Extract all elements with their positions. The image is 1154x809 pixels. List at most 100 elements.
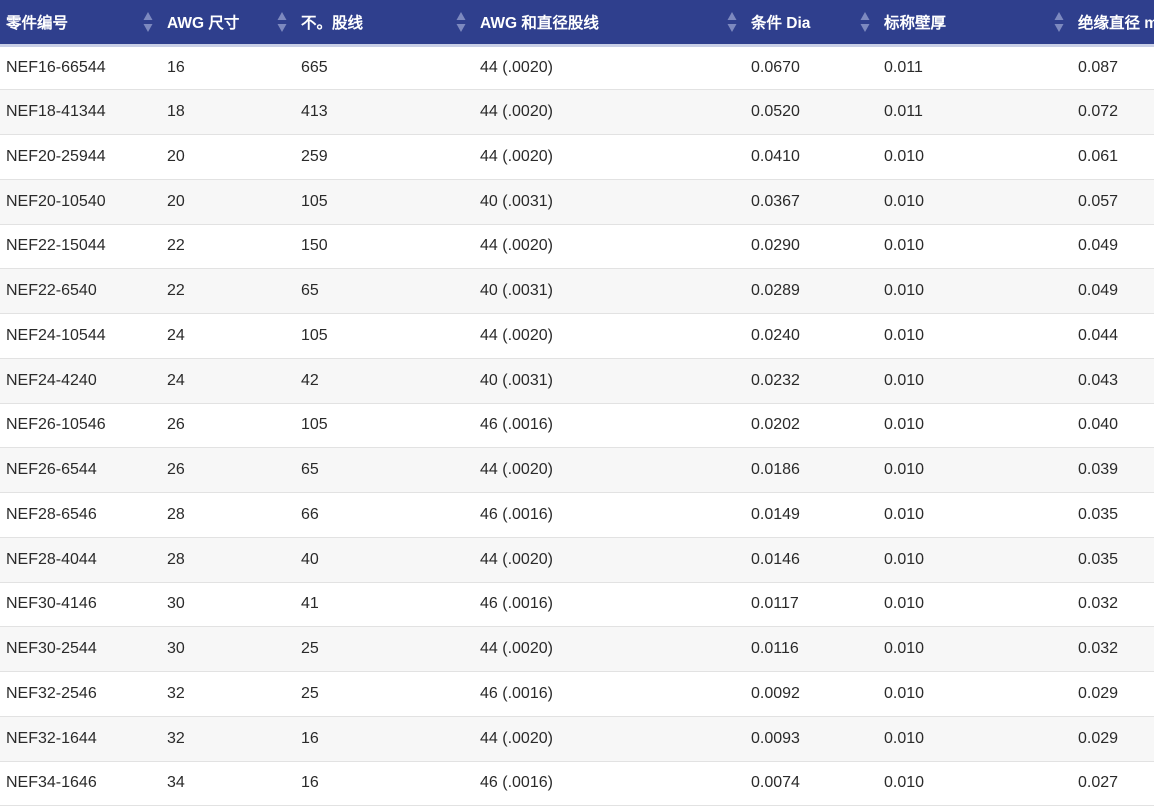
wall-thickness-cell: 0.010 — [884, 192, 925, 210]
sort-updown-icon[interactable] — [143, 9, 153, 35]
part-number-cell: NEF32-2546 — [6, 684, 97, 702]
awg-strand-diameter-cell: 46 (.0016) — [480, 416, 553, 434]
wall-thickness-cell: 0.010 — [884, 282, 925, 300]
strand-count-cell: 25 — [301, 684, 319, 702]
strand-count-cell: 16 — [301, 774, 319, 792]
awg-strand-diameter-cell: 44 (.0020) — [480, 147, 553, 165]
insulation-diameter-cell: 0.035 — [1078, 505, 1119, 523]
strand-count-cell: 150 — [301, 237, 328, 255]
insulation-diameter-cell: 0.061 — [1078, 147, 1119, 165]
part-number-cell: NEF16-66544 — [6, 58, 106, 76]
column-header-awg-strand-diameter[interactable]: AWG 和直径股线 — [474, 0, 745, 47]
table-row: NEF22-15044 22 150 44 (.0020) 0.0290 0.010 0.0… — [0, 224, 1154, 269]
awg-size-cell: 20 — [167, 192, 185, 210]
awg-strand-diameter-cell: 46 (.0016) — [480, 774, 553, 792]
sort-updown-icon[interactable] — [1054, 9, 1064, 35]
wall-thickness-cell: 0.010 — [884, 461, 925, 479]
wall-thickness-cell: 0.010 — [884, 595, 925, 613]
insulation-diameter-cell: 0.040 — [1078, 416, 1119, 434]
sort-updown-icon[interactable] — [727, 9, 737, 35]
column-header-label: 绝缘直径 m — [1078, 14, 1154, 32]
table-row: NEF32-1644 32 16 44 (.0020) 0.0093 0.010 0.029 — [0, 716, 1154, 761]
wall-thickness-cell: 0.010 — [884, 147, 925, 165]
strand-count-cell: 25 — [301, 640, 319, 658]
column-header-part-number[interactable]: 零件编号 — [0, 0, 161, 47]
awg-size-cell: 34 — [167, 774, 185, 792]
conductor-diameter-cell: 0.0290 — [751, 237, 800, 255]
column-header-awg-size[interactable]: AWG 尺寸 — [161, 0, 295, 47]
awg-strand-diameter-cell: 44 (.0020) — [480, 461, 553, 479]
wall-thickness-cell: 0.010 — [884, 729, 925, 747]
table-row: NEF16-66544 16 665 44 (.0020) 0.0670 0.011 0.0… — [0, 45, 1154, 90]
awg-strand-diameter-cell: 44 (.0020) — [480, 550, 553, 568]
table-row: NEF26-6544 26 65 44 (.0020) 0.0186 0.010 0.039 — [0, 447, 1154, 493]
awg-strand-diameter-cell: 46 (.0016) — [480, 684, 553, 702]
table-row: NEF24-4240 24 42 40 (.0031) 0.0232 0.010 0.043 — [0, 358, 1154, 403]
conductor-diameter-cell: 0.0146 — [751, 550, 800, 568]
column-header-wall-thickness[interactable]: 标称壁厚 — [878, 0, 1072, 47]
awg-size-cell: 24 — [167, 371, 185, 389]
awg-size-cell: 30 — [167, 595, 185, 613]
awg-strand-diameter-cell: 46 (.0016) — [480, 505, 553, 523]
table-header: 零件编号 AWG 尺寸 不。股线 AWG 和直径股线 条件 Dia 标称壁厚 绝缘直径 m — [0, 0, 1154, 47]
wall-thickness-cell: 0.010 — [884, 684, 925, 702]
conductor-diameter-cell: 0.0092 — [751, 684, 800, 702]
awg-strand-diameter-cell: 40 (.0031) — [480, 192, 553, 210]
part-number-cell: NEF30-4146 — [6, 595, 97, 613]
insulation-diameter-cell: 0.087 — [1078, 58, 1119, 76]
table-row: NEF32-2546 32 25 46 (.0016) 0.0092 0.010 0.029 — [0, 671, 1154, 717]
strand-count-cell: 65 — [301, 461, 319, 479]
insulation-diameter-cell: 0.029 — [1078, 684, 1119, 702]
wall-thickness-cell: 0.010 — [884, 774, 925, 792]
awg-size-cell: 22 — [167, 282, 185, 300]
strand-count-cell: 41 — [301, 595, 319, 613]
awg-strand-diameter-cell: 44 (.0020) — [480, 237, 553, 255]
awg-size-cell: 26 — [167, 461, 185, 479]
part-number-cell: NEF22-6540 — [6, 282, 97, 300]
insulation-diameter-cell: 0.032 — [1078, 640, 1119, 658]
column-header-label: 条件 Dia — [751, 14, 811, 32]
table-row: NEF28-6546 28 66 46 (.0016) 0.0149 0.010 0.035 — [0, 492, 1154, 538]
sort-updown-icon[interactable] — [860, 9, 870, 35]
insulation-diameter-cell: 0.039 — [1078, 461, 1119, 479]
product-table-container: 零件编号 AWG 尺寸 不。股线 AWG 和直径股线 条件 Dia 标称壁厚 绝缘直径 m … — [0, 0, 1154, 809]
sort-updown-icon[interactable] — [277, 9, 287, 35]
part-number-cell: NEF24-10544 — [6, 326, 106, 344]
awg-strand-diameter-cell: 44 (.0020) — [480, 326, 553, 344]
awg-strand-diameter-cell: 40 (.0031) — [480, 282, 553, 300]
awg-strand-diameter-cell: 44 (.0020) — [480, 103, 553, 121]
strand-count-cell: 105 — [301, 192, 328, 210]
insulation-diameter-cell: 0.032 — [1078, 595, 1119, 613]
wall-thickness-cell: 0.010 — [884, 326, 925, 344]
conductor-diameter-cell: 0.0149 — [751, 505, 800, 523]
awg-strand-diameter-cell: 44 (.0020) — [480, 729, 553, 747]
awg-size-cell: 28 — [167, 505, 185, 523]
table-row: NEF34-1646 34 16 46 (.0016) 0.0074 0.010 0.027 — [0, 761, 1154, 806]
table-row: NEF24-10544 24 105 44 (.0020) 0.0240 0.010 0.0… — [0, 313, 1154, 359]
part-number-cell: NEF30-2544 — [6, 640, 97, 658]
wall-thickness-cell: 0.011 — [884, 103, 923, 121]
wall-thickness-cell: 0.010 — [884, 505, 925, 523]
strand-count-cell: 16 — [301, 729, 319, 747]
wall-thickness-cell: 0.010 — [884, 416, 925, 434]
column-header-label: AWG 尺寸 — [167, 14, 240, 32]
wall-thickness-cell: 0.011 — [884, 58, 923, 76]
column-header-strand-count[interactable]: 不。股线 — [295, 0, 474, 47]
conductor-diameter-cell: 0.0670 — [751, 58, 800, 76]
table-row: NEF28-4044 28 40 44 (.0020) 0.0146 0.010 0.035 — [0, 537, 1154, 582]
column-header-label: AWG 和直径股线 — [480, 14, 599, 32]
conductor-diameter-cell: 0.0202 — [751, 416, 800, 434]
column-header-conductor-diameter[interactable]: 条件 Dia — [745, 0, 878, 47]
conductor-diameter-cell: 0.0232 — [751, 371, 800, 389]
strand-count-cell: 665 — [301, 58, 328, 76]
strand-count-cell: 259 — [301, 147, 328, 165]
insulation-diameter-cell: 0.044 — [1078, 326, 1119, 344]
part-number-cell: NEF26-10546 — [6, 416, 106, 434]
table-row: NEF20-10540 20 105 40 (.0031) 0.0367 0.010 0.0… — [0, 179, 1154, 224]
awg-size-cell: 30 — [167, 640, 185, 658]
part-number-cell: NEF32-1644 — [6, 729, 97, 747]
sort-updown-icon[interactable] — [456, 9, 466, 35]
column-header-insulation-diameter[interactable]: 绝缘直径 m — [1072, 0, 1154, 47]
awg-size-cell: 26 — [167, 416, 185, 434]
insulation-diameter-cell: 0.043 — [1078, 371, 1119, 389]
